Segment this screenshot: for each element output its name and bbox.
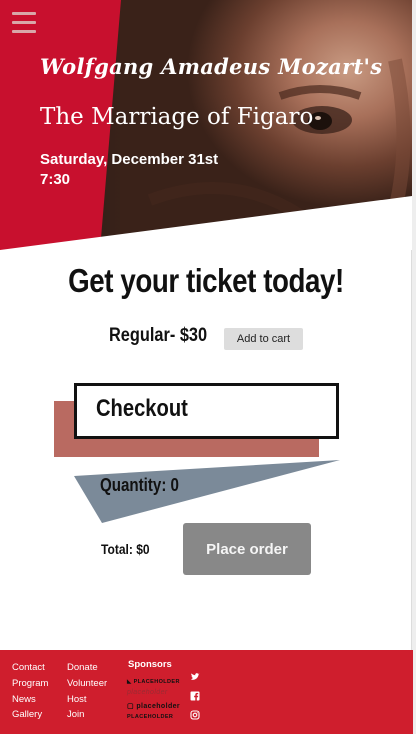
place-order-button[interactable]: Place order	[183, 523, 311, 575]
twitter-icon[interactable]	[190, 672, 200, 682]
checkout-title: Checkout	[96, 395, 188, 422]
quantity-label: Quantity: 0	[100, 475, 179, 495]
sponsor-logo: ▢ placeholder	[127, 703, 181, 710]
sponsor-logo: placeholder	[127, 689, 168, 696]
composer-name: Wolfgang Amadeus Mozart's	[40, 54, 383, 79]
hero-banner: Wolfgang Amadeus Mozart's The Marriage o…	[0, 0, 412, 250]
date-text: Saturday, December 31st	[40, 151, 219, 168]
sponsors-heading: Sponsors	[128, 659, 172, 670]
total-label: Total: $0	[101, 541, 150, 557]
page-headline: Get your ticket today!	[68, 262, 344, 299]
footer-link-donate[interactable]: Donate	[67, 662, 98, 673]
time-text: 7:30	[40, 171, 71, 188]
footer-link-program[interactable]: Program	[12, 678, 48, 689]
footer-link-volunteer[interactable]: Volunteer	[67, 678, 107, 689]
facebook-icon[interactable]	[190, 691, 200, 701]
sponsor-logo: ◣ PLACEHOLDER	[127, 679, 180, 685]
footer-link-contact[interactable]: Contact	[12, 662, 45, 673]
footer-link-host[interactable]: Host	[67, 694, 87, 705]
ticket-price-label: Regular- $30	[109, 325, 208, 346]
opera-title: The Marriage of Figaro	[40, 104, 314, 130]
add-to-cart-button[interactable]: Add to cart	[224, 328, 303, 350]
footer-link-gallery[interactable]: Gallery	[12, 709, 42, 720]
footer: Contact Program News Gallery Donate Volu…	[0, 650, 413, 734]
sponsor-logo: PLACEHOLDER	[127, 714, 174, 720]
instagram-icon[interactable]	[190, 710, 200, 720]
hamburger-menu-icon[interactable]	[12, 12, 36, 34]
footer-link-news[interactable]: News	[12, 694, 36, 705]
performance-date: Saturday, December 31st 7:30	[40, 150, 218, 190]
footer-link-join[interactable]: Join	[67, 709, 84, 720]
